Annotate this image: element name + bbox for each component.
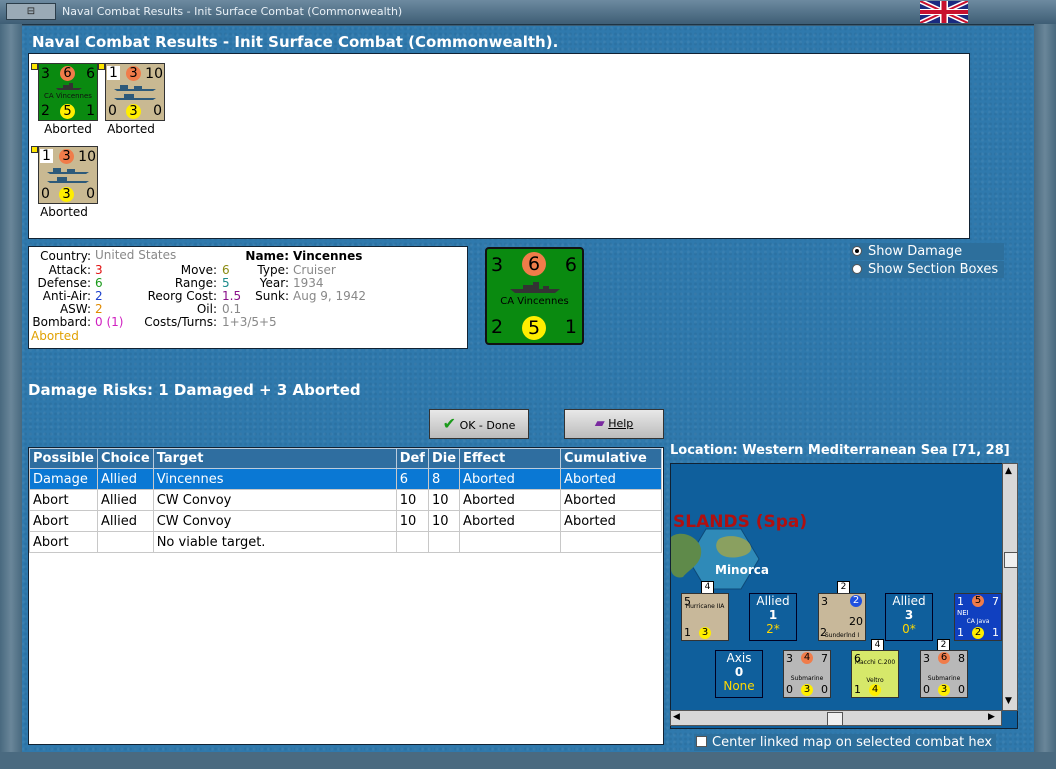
scroll-right-icon[interactable]: ▶ [988,712,995,722]
air-unit-counter[interactable]: 5 Hurricane IIA 1 3 [681,593,729,641]
window-title: Naval Combat Results - Init Surface Comb… [62,5,403,18]
ship-unit-counter[interactable]: 1 5 7 NEI CA Java 1 2 1 [954,593,1002,641]
col-def[interactable]: Def [395,448,429,469]
checkmark-icon: ✔ [442,414,457,433]
table-row[interactable]: Abort Allied CW Convoy 10 10 Aborted Aborted [29,510,663,532]
ship-icon [510,282,560,293]
allied-box[interactable]: Allied 3 0* [885,593,933,641]
show-damage-option[interactable]: Show Damage [850,243,1004,260]
info-status: Aborted [31,329,79,343]
col-target[interactable]: Target [152,448,397,469]
unit-counter[interactable]: 1 3 10 0 3 0 [105,63,165,121]
title-bar: ⊟ Naval Combat Results - Init Surface Co… [0,0,1056,25]
scroll-left-icon[interactable]: ◀ [673,712,680,722]
air-unit-counter[interactable]: 6 Macchi C.200 Veltro 1 4 [851,650,899,698]
col-possible[interactable]: Possible [29,448,98,469]
map-horizontal-scrollbar[interactable]: ◀ ▶ [670,710,1002,726]
axis-box[interactable]: Axis 0 None [715,650,763,698]
book-icon: ▰ [594,416,605,431]
show-section-option[interactable]: Show Section Boxes [850,261,1004,278]
convoy-icon [47,168,89,183]
uk-flag-icon [920,1,968,23]
scroll-thumb[interactable] [827,712,843,726]
result-status: Aborted [40,205,88,219]
result-status: Aborted [44,122,92,136]
page-title: Naval Combat Results - Init Surface Comb… [32,33,559,51]
col-choice[interactable]: Choice [96,448,154,469]
table-row[interactable]: Abort No viable target. [29,531,663,553]
center-map-option[interactable]: Center linked map on selected combat hex [694,734,996,751]
help-button[interactable]: ▰ Help [564,409,664,439]
col-cumulative[interactable]: Cumulative [560,448,663,469]
ship-unit-counter[interactable]: 3 4 7 Submarine 0 3 0 [783,650,831,698]
combat-map[interactable]: SLANDS (Spa) Minorca 4 2 4 2 5 Hurricane… [670,463,1018,729]
show-section-radio[interactable] [852,264,862,274]
counter-tag [98,63,105,70]
region-label: SLANDS (Spa) [673,512,808,532]
right-frame [1034,24,1056,769]
scroll-up-icon[interactable]: ▲ [1005,466,1012,476]
convoy-icon [114,85,156,100]
result-status: Aborted [107,122,155,136]
col-die[interactable]: Die [427,448,461,469]
table-row[interactable]: Damage Allied Vincennes 6 8 Aborted Aborted [29,468,663,490]
center-map-checkbox[interactable] [696,736,707,747]
results-panel: 3 6 6 CA Vincennes 2 5 1 Aborted 1 3 10 … [28,53,970,239]
left-frame [0,24,22,769]
map-vertical-scrollbar[interactable]: ▲ ▼ [1002,463,1018,711]
island-label: Minorca [715,563,769,577]
location-label: Location: Western Mediterranean Sea [71,… [670,443,1010,458]
bottom-frame [0,752,1056,769]
unit-info-panel: Country: United States Attack: 3 Defense… [28,246,468,349]
scroll-down-icon[interactable]: ▼ [1005,696,1012,706]
close-button[interactable]: ⊟ [6,3,56,20]
air-unit-counter[interactable]: 3 2 20 Sunderlnd I 2 [818,593,866,641]
selected-unit-counter: 3 6 6 CA Vincennes 2 5 1 [485,247,584,345]
counter-tag [31,63,38,70]
unit-counter[interactable]: 3 6 6 CA Vincennes 2 5 1 [38,63,98,121]
ship-unit-counter[interactable]: 3 6 8 Submarine 0 3 0 [920,650,968,698]
scroll-thumb[interactable] [1004,552,1018,568]
table-row[interactable]: Abort Allied CW Convoy 10 10 Aborted Aborted [29,489,663,511]
damage-risks: Damage Risks: 1 Damaged + 3 Aborted [28,381,361,399]
combat-table-panel: Possible Choice Target Def Die Effect Cu… [28,447,664,745]
ship-icon [56,83,82,90]
unit-counter[interactable]: 1 3 10 0 3 0 [38,146,98,204]
col-effect[interactable]: Effect [459,448,562,469]
show-damage-radio[interactable] [852,246,862,256]
ok-done-button[interactable]: ✔ OK - Done [429,409,529,439]
combat-table: Possible Choice Target Def Die Effect Cu… [29,448,663,553]
allied-box[interactable]: Allied 1 2* [749,593,797,641]
counter-tag [31,146,38,153]
